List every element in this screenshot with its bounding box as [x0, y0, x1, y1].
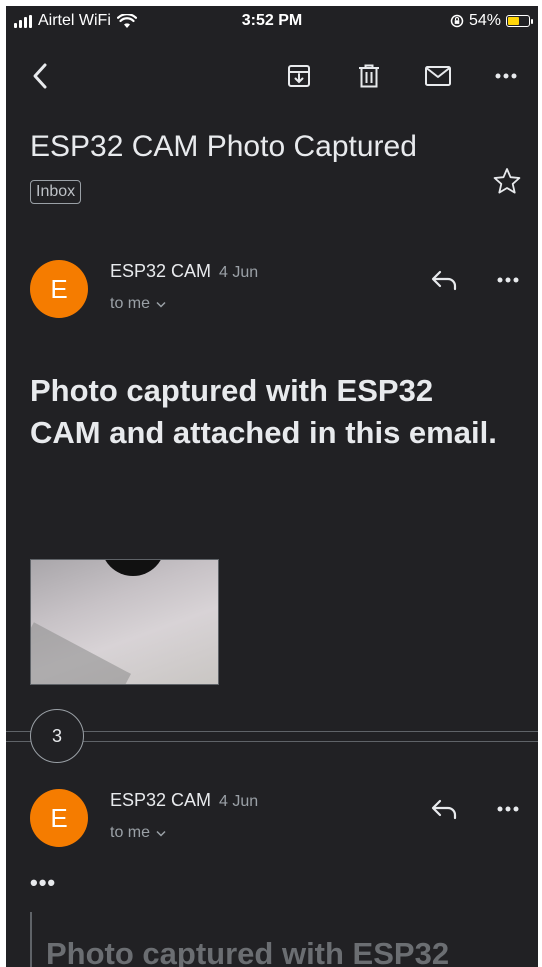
more-icon — [495, 73, 517, 79]
reply-button[interactable] — [426, 791, 462, 827]
delete-button[interactable] — [351, 58, 387, 94]
sender-name: ESP32 CAM — [110, 790, 212, 810]
archive-icon — [288, 65, 310, 87]
orientation-lock-icon — [450, 14, 464, 28]
sender-avatar[interactable]: E — [30, 260, 88, 318]
sender-line: ESP32 CAM 4 Jun — [110, 261, 258, 282]
delete-icon — [359, 64, 379, 88]
reply-button[interactable] — [426, 262, 462, 298]
back-icon — [33, 63, 47, 89]
message-date: 4 Jun — [219, 793, 259, 810]
star-icon — [493, 168, 521, 194]
message-toolbar — [6, 52, 538, 100]
archive-button[interactable] — [281, 58, 317, 94]
status-bar: Airtel WiFi 3:52 PM 54% — [6, 6, 538, 38]
email-subject: ESP32 CAM Photo Captured — [30, 130, 417, 163]
message-date: 4 Jun — [219, 264, 259, 281]
recipient-details-toggle[interactable]: to me — [110, 295, 166, 313]
recipient-text: to me — [110, 824, 151, 841]
sender-line: ESP32 CAM 4 Jun — [110, 790, 258, 811]
collapsed-messages-count[interactable]: 3 — [30, 709, 84, 763]
more-icon — [497, 277, 519, 283]
star-button[interactable] — [492, 166, 522, 201]
mark-unread-button[interactable] — [420, 58, 456, 94]
message-body: Photo captured with ESP32 CAM and attach… — [30, 373, 497, 450]
email-screen: Airtel WiFi 3:52 PM 54% ESP32 CAM Photo … — [6, 6, 538, 967]
reply-icon — [431, 270, 457, 291]
recipient-details-toggle[interactable]: to me — [110, 824, 166, 842]
recipient-text: to me — [110, 295, 151, 312]
battery-icon — [506, 15, 533, 27]
quote-bar — [30, 912, 32, 967]
more-options-button[interactable] — [488, 58, 524, 94]
show-trimmed-content-button[interactable]: ••• — [30, 870, 56, 896]
reply-icon — [431, 799, 457, 820]
photo-attachment[interactable] — [30, 559, 219, 685]
message-more-button[interactable] — [490, 791, 526, 827]
chevron-down-icon — [156, 301, 166, 308]
collapsed-divider-bottom — [6, 741, 538, 742]
sender-name: ESP32 CAM — [110, 261, 212, 281]
message-more-button[interactable] — [490, 262, 526, 298]
quoted-text: Photo captured with ESP32 — [46, 936, 450, 967]
collapsed-divider-top — [6, 731, 538, 732]
inbox-label[interactable]: Inbox — [30, 180, 82, 204]
mark-unread-icon — [425, 66, 451, 86]
back-button[interactable] — [22, 58, 58, 94]
more-icon — [497, 806, 519, 812]
battery-percent: 54% — [468, 12, 501, 29]
status-bar-right: 54% — [450, 12, 533, 30]
sender-avatar[interactable]: E — [30, 789, 88, 847]
chevron-down-icon — [156, 830, 166, 837]
